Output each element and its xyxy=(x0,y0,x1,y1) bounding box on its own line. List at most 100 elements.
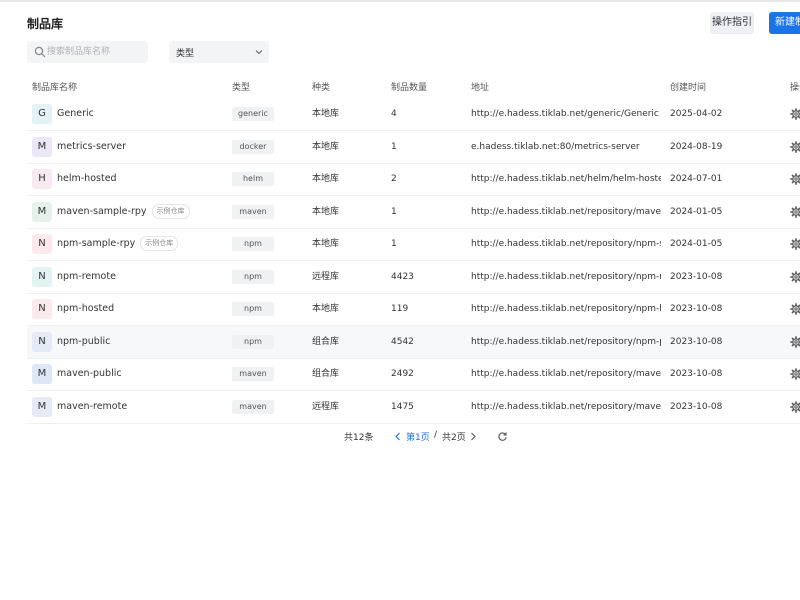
repository-name[interactable]: metrics-server xyxy=(57,141,126,152)
table-row[interactable]: Mmetrics-server docker 本地库 1 e.hadess.tiklab… xyxy=(27,131,800,164)
repository-name-cell[interactable]: npm-public xyxy=(57,326,110,358)
refresh-icon[interactable] xyxy=(497,431,508,442)
table-row[interactable]: Mmaven-public maven 组合库 2492 http://e.hadess… xyxy=(27,358,800,391)
repository-avatar: N xyxy=(32,234,52,254)
guide-button[interactable]: 操作指引 xyxy=(710,12,754,34)
gear-icon[interactable] xyxy=(790,140,800,153)
chevron-right-icon[interactable] xyxy=(469,432,477,441)
repository-name-cell[interactable]: Generic xyxy=(57,98,94,130)
gear-icon[interactable] xyxy=(790,335,800,348)
repository-name[interactable]: Generic xyxy=(57,108,94,119)
search-input[interactable] xyxy=(47,41,145,63)
artifact-count: 2 xyxy=(391,174,397,184)
created-time: 2024-07-01 xyxy=(670,174,723,184)
chevron-down-icon xyxy=(255,50,263,55)
repository-address: http://e.hadess.tiklab.net/repository/np… xyxy=(471,304,661,314)
top-divider xyxy=(0,0,800,2)
repository-avatar: M xyxy=(32,136,52,157)
search-box[interactable] xyxy=(27,41,148,63)
created-time: 2023-10-08 xyxy=(670,271,723,282)
sample-repository-badge: 示例仓库 xyxy=(140,236,179,251)
gear-icon[interactable] xyxy=(790,270,800,283)
repository-name-cell[interactable]: npm-hosted xyxy=(57,293,114,325)
repository-address: http://e.hadess.tiklab.net/helm/helm-hos… xyxy=(471,174,661,184)
repository-name-cell[interactable]: maven-public xyxy=(57,358,122,390)
repository-type-badge: npm xyxy=(232,237,274,251)
artifact-count: 2492 xyxy=(391,369,414,379)
chevron-left-icon[interactable] xyxy=(394,432,402,441)
table-row[interactable]: G Generic generic 本地库 4 http://e.hadess.tikla… xyxy=(27,98,800,131)
repository-avatar: N xyxy=(32,266,52,287)
repository-avatar: H xyxy=(32,169,52,189)
table-row[interactable]: Nnpm-public npm 组合库 4542 http://e.hadess.tik… xyxy=(27,325,800,359)
repository-kind: 本地库 xyxy=(312,206,340,217)
gear-icon[interactable] xyxy=(790,303,800,315)
sample-repository-badge: 示例仓库 xyxy=(151,203,190,219)
repository-name[interactable]: npm-sample-rpy xyxy=(57,238,135,249)
repository-kind: 本地库 xyxy=(312,304,340,314)
created-time: 2024-08-19 xyxy=(670,141,723,152)
gear-icon[interactable] xyxy=(790,400,800,413)
created-time: 2024-01-05 xyxy=(670,239,723,249)
repository-name[interactable]: npm-hosted xyxy=(57,303,114,314)
repository-address: http://e.hadess.tiklab.net/repository/ma… xyxy=(471,369,661,379)
repository-type-badge: npm xyxy=(232,334,274,349)
header-count: 制品数量 xyxy=(391,83,428,93)
header-name: 制品库名称 xyxy=(32,83,78,93)
repository-kind: 组合库 xyxy=(312,336,340,347)
repository-type-badge: maven xyxy=(232,367,274,381)
created-time: 2023-10-08 xyxy=(670,336,723,347)
repository-kind: 本地库 xyxy=(312,141,340,152)
created-time: 2023-10-08 xyxy=(670,401,723,412)
artifact-count: 4 xyxy=(391,109,397,119)
repository-name[interactable]: npm-public xyxy=(57,336,110,347)
repository-name[interactable]: maven-remote xyxy=(57,401,127,412)
gear-icon[interactable] xyxy=(790,238,800,250)
table-row[interactable]: Nnpm-remote npm 远程库 4423 http://e.hadess.tik… xyxy=(27,261,800,294)
repository-name-cell[interactable]: npm-remote xyxy=(57,261,116,293)
table-row[interactable]: Mmaven-remote maven 远程库 1475 http://e.hadess… xyxy=(27,391,800,424)
repository-name[interactable]: npm-remote xyxy=(57,271,116,282)
repository-type-badge: generic xyxy=(232,107,274,121)
gear-icon[interactable] xyxy=(790,108,800,120)
repository-name-cell[interactable]: metrics-server xyxy=(57,131,126,163)
created-time: 2023-10-08 xyxy=(670,304,723,314)
repository-address: http://e.hadess.tiklab.net/repository/np… xyxy=(471,239,661,249)
repository-kind: 本地库 xyxy=(312,109,340,119)
repository-avatar: N xyxy=(32,331,52,352)
repository-kind: 本地库 xyxy=(312,239,340,249)
repository-address: http://e.hadess.tiklab.net/generic/Gener… xyxy=(471,109,659,119)
repository-name-cell[interactable]: npm-sample-rpy 示例仓库 xyxy=(57,228,179,260)
created-time: 2025-04-02 xyxy=(670,109,723,119)
gear-icon[interactable] xyxy=(790,368,800,380)
repository-type-badge: maven xyxy=(232,399,274,414)
repository-name-cell[interactable]: maven-sample-rpy 示例仓库 xyxy=(57,196,190,228)
repository-type-badge: maven xyxy=(232,204,274,219)
pagination-separator: / xyxy=(434,430,438,440)
gear-icon[interactable] xyxy=(790,205,800,218)
repository-avatar: G xyxy=(32,104,52,124)
repository-address: e.hadess.tiklab.net:80/metrics-server xyxy=(471,141,640,152)
type-select[interactable]: 类型 xyxy=(169,41,269,63)
repository-name[interactable]: maven-public xyxy=(57,368,122,379)
repository-kind: 本地库 xyxy=(312,174,340,184)
repository-type-badge: docker xyxy=(232,139,274,154)
repository-name[interactable]: maven-sample-rpy xyxy=(57,206,147,217)
header-actions: 操作 xyxy=(790,83,800,93)
pagination-total: 共12条 xyxy=(344,433,374,443)
repository-name-cell[interactable]: maven-remote xyxy=(57,391,127,423)
table-row[interactable]: Nnpm-sample-rpy 示例仓库 npm 本地库 1 http://e.hades… xyxy=(27,228,800,261)
table-row[interactable]: Hhelm-hosted helm 本地库 2 http://e.hadess.tikl… xyxy=(27,163,800,196)
artifact-count: 1475 xyxy=(391,401,414,412)
repository-address: http://e.hadess.tiklab.net/repository/ma… xyxy=(471,401,661,412)
gear-icon[interactable] xyxy=(790,173,800,185)
table-row[interactable]: Mmaven-sample-rpy 示例仓库 maven 本地库 1 http://e.h… xyxy=(27,196,800,229)
created-time: 2023-10-08 xyxy=(670,369,723,379)
repository-type-badge: npm xyxy=(232,302,274,316)
page-title: 制品库 xyxy=(27,17,64,31)
repository-name-cell[interactable]: helm-hosted xyxy=(57,163,117,195)
artifact-count: 1 xyxy=(391,206,397,217)
new-repository-button[interactable]: 新建制品库 xyxy=(769,12,800,34)
table-row[interactable]: Nnpm-hosted npm 本地库 119 http://e.hadess.tikl… xyxy=(27,293,800,326)
repository-name[interactable]: helm-hosted xyxy=(57,173,117,184)
